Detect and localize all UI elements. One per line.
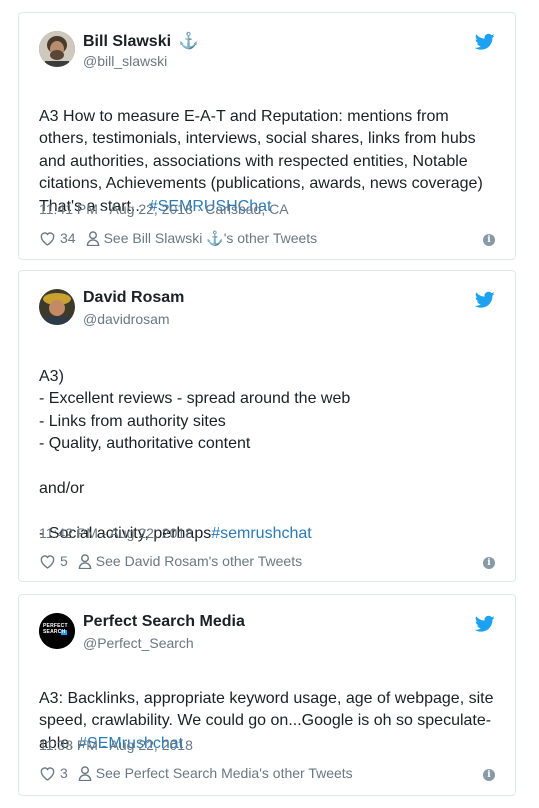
anchor-icon: ⚓ xyxy=(178,33,199,50)
heart-icon[interactable] xyxy=(39,554,56,569)
timestamp[interactable]: 11:41 PM - Aug 22, 2018 · Carlsbad, CA xyxy=(39,201,289,217)
other-tweets-link[interactable]: See David Rosam's other Tweets xyxy=(96,553,302,569)
tweet-card: PERFECT SEARCH Perfect Search Media @Per… xyxy=(18,594,516,796)
tweet-actions: 5 See David Rosam's other Tweets xyxy=(39,551,302,571)
avatar[interactable] xyxy=(39,289,75,325)
tweet-actions: 34 See Bill Slawski ⚓'s other Tweets xyxy=(39,228,317,248)
twitter-bird-icon[interactable] xyxy=(475,615,495,633)
tweet-text: A3 How to measure E-A-T and Reputation: … xyxy=(39,83,497,218)
author-name-text: Bill Slawski xyxy=(83,33,172,50)
author-name[interactable]: Perfect Search Media xyxy=(83,613,245,631)
like-count[interactable]: 5 xyxy=(60,553,68,569)
other-tweets-link[interactable]: See Perfect Search Media's other Tweets xyxy=(96,765,353,781)
other-tweets-link[interactable]: See Bill Slawski ⚓'s other Tweets xyxy=(104,230,318,247)
info-icon[interactable]: i xyxy=(483,557,495,569)
user-icon xyxy=(86,230,99,246)
timestamp[interactable]: 11:42 PM - Aug 22, 2018 xyxy=(39,525,193,541)
hashtag-link[interactable]: #semrushchat xyxy=(211,525,312,542)
avatar-image xyxy=(39,289,75,325)
tweet-text: A3) - Excellent reviews - spread around … xyxy=(39,343,497,546)
tweet-actions: 3 See Perfect Search Media's other Tweet… xyxy=(39,763,353,783)
like-count[interactable]: 34 xyxy=(60,230,76,246)
author-handle[interactable]: @bill_slawski xyxy=(83,53,167,69)
author-name[interactable]: Bill Slawski ⚓ xyxy=(83,31,198,51)
tweet-card: David Rosam @davidrosam A3) - Excellent … xyxy=(18,270,516,582)
heart-icon[interactable] xyxy=(39,766,56,781)
timestamp[interactable]: 11:38 PM - Aug 22, 2018 xyxy=(39,737,193,753)
avatar[interactable]: PERFECT SEARCH xyxy=(39,613,75,649)
avatar-logo-text: PERFECT SEARCH xyxy=(43,623,68,635)
author-handle[interactable]: @Perfect_Search xyxy=(83,635,194,651)
user-icon xyxy=(78,765,92,781)
twitter-bird-icon[interactable] xyxy=(475,33,495,51)
info-icon[interactable]: i xyxy=(483,769,495,781)
info-icon[interactable]: i xyxy=(483,234,495,246)
author-handle[interactable]: @davidrosam xyxy=(83,311,170,327)
tweet-text-content: A3) - Excellent reviews - spread around … xyxy=(39,367,351,543)
tweet-card: Bill Slawski ⚓ @bill_slawski A3 How to m… xyxy=(18,12,516,260)
like-count[interactable]: 3 xyxy=(60,765,68,781)
heart-icon[interactable] xyxy=(39,231,56,246)
avatar-image xyxy=(39,31,75,67)
author-name[interactable]: David Rosam xyxy=(83,289,184,307)
avatar[interactable] xyxy=(39,31,75,67)
twitter-bird-icon[interactable] xyxy=(475,291,495,309)
user-icon xyxy=(78,553,92,569)
